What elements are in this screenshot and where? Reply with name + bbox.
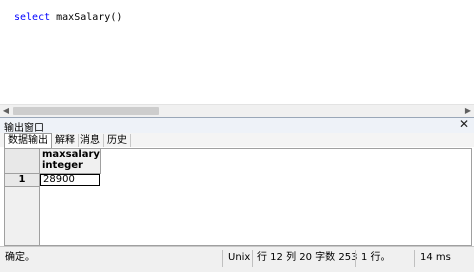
status-divider [222,250,223,267]
sql-keyword: select [14,12,51,23]
grid-corner[interactable] [5,149,40,174]
tab-data-output[interactable]: 数据输出 [4,133,52,148]
close-icon[interactable]: ✕ [459,117,469,131]
output-tabs: 数据输出 解释 消息 历史 [0,133,474,148]
status-message: 确定。 [5,252,35,263]
column-header-maxsalary[interactable]: maxsalary integer [40,149,101,174]
output-window-title: 输出窗口 [4,123,44,134]
horizontal-scrollbar[interactable]: ◀ ▶ [0,104,474,117]
sql-text[interactable]: select maxSalary() [14,12,122,23]
scroll-left-arrow-icon[interactable]: ◀ [0,105,12,117]
status-bar: 确定。 Unix 行 12 列 20 字数 253 1 行。 14 ms [0,246,474,272]
row-header-band [5,187,40,245]
column-name: maxsalary [42,149,100,160]
sql-function-call: maxSalary() [50,12,123,23]
row-count: 1 行。 [361,252,391,263]
execution-time: 14 ms [420,252,451,263]
row-header[interactable]: 1 [5,174,40,187]
tab-messages[interactable]: 消息 [77,134,104,147]
result-grid: maxsalary integer 1 28900 [4,148,472,246]
line-ending: Unix [228,252,251,263]
status-divider [355,250,356,267]
status-divider [414,250,415,267]
scroll-right-arrow-icon[interactable]: ▶ [462,105,474,117]
tab-explain[interactable]: 解释 [52,134,79,147]
status-divider [252,250,253,267]
query-editor[interactable]: select maxSalary() [0,0,474,104]
column-type: integer [42,160,83,171]
cursor-position: 行 12 列 20 字数 253 [257,252,358,263]
result-cell[interactable]: 28900 [40,174,100,186]
output-window-header: 输出窗口 ✕ [0,117,474,134]
tab-history[interactable]: 历史 [104,134,131,147]
scrollbar-thumb[interactable] [13,107,159,115]
